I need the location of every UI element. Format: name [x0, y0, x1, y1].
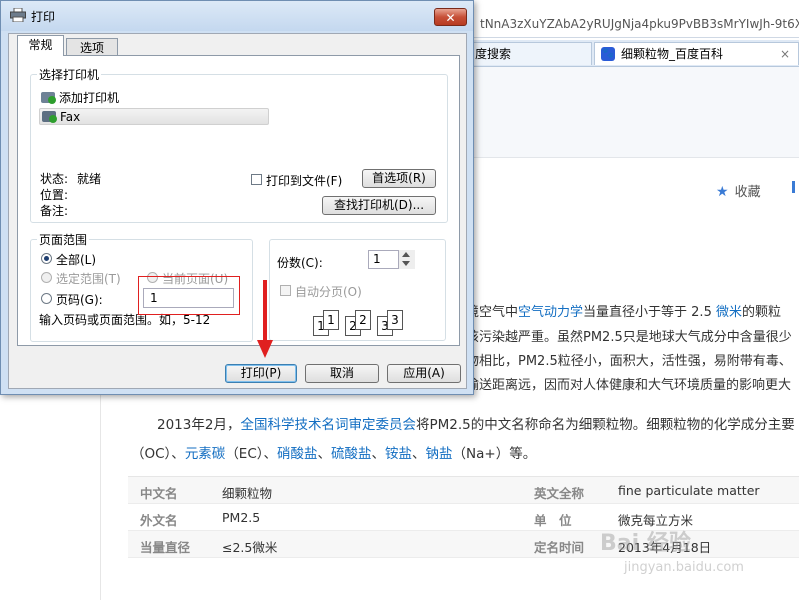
comment-label: 备注:: [40, 204, 69, 218]
group-label: 选择打印机: [37, 66, 102, 83]
link-aerodynamics[interactable]: 空气动力学: [518, 305, 583, 320]
link-sulfate[interactable]: 硫酸盐: [331, 446, 372, 462]
radio-pages-label: 页码(G):: [56, 293, 103, 307]
printer-item-add[interactable]: 添加打印机: [39, 90, 119, 107]
collate-checkbox[interactable]: [280, 285, 291, 296]
print-dialog: 打印 ✕ 常规 选项 选择打印机 添加打印机 Fax 状态: 就绪 位置: 备注…: [0, 0, 474, 395]
find-printer-button[interactable]: 查找打印机(D)...: [322, 196, 436, 215]
radio-all[interactable]: [41, 253, 52, 264]
close-button[interactable]: ✕: [434, 8, 467, 26]
status-label: 状态:: [40, 172, 69, 186]
info-row: 当量直径 ≤2.5微米 定名时间 2013年4月18日: [128, 531, 799, 558]
link-ammonium[interactable]: 铵盐: [385, 446, 412, 462]
link-elemental-carbon[interactable]: 元素碳: [185, 446, 226, 462]
collate-page: 2: [355, 310, 371, 330]
highlight-box: [138, 276, 240, 315]
dialog-title: 打印: [31, 10, 56, 24]
red-arrow-icon: [257, 280, 273, 358]
tab-label: 细颗粒物_百度百科: [621, 47, 724, 61]
browser-tab-strip: 度搜索 🐾 细颗粒物_百度百科 ×: [466, 40, 799, 67]
link-sodium[interactable]: 钠盐: [426, 446, 453, 462]
spin-up-icon[interactable]: [402, 252, 410, 257]
baidu-paw-icon: 🐾: [601, 47, 615, 61]
radio-pages[interactable]: [41, 293, 52, 304]
link-nitrate[interactable]: 硝酸盐: [277, 446, 318, 462]
apply-button[interactable]: 应用(A): [387, 364, 461, 383]
copies-group: 份数(C): 自动分页(O) 1 1 2 2 3 3: [269, 239, 446, 341]
fax-icon: [42, 111, 57, 123]
collect-button[interactable]: ★ 收藏: [716, 181, 761, 200]
copies-spinner[interactable]: [398, 250, 415, 269]
share-icon[interactable]: [792, 181, 795, 193]
link-committee[interactable]: 全国科学技术名词审定委员会: [240, 417, 416, 433]
watermark-url: jingyan.baidu.com: [624, 560, 744, 575]
browser-tab-search[interactable]: 度搜索: [466, 42, 592, 65]
printer-item-fax[interactable]: Fax: [39, 108, 269, 125]
info-row: 中文名 细颗粒物 英文全称 fine particulate matter: [128, 477, 799, 504]
print-to-file-label: 打印到文件(F): [266, 174, 343, 188]
browser-tab-baike[interactable]: 🐾 细颗粒物_百度百科 ×: [594, 42, 799, 65]
collect-label: 收藏: [734, 185, 761, 200]
print-to-file-checkbox[interactable]: [251, 174, 262, 185]
print-button[interactable]: 打印(P): [225, 364, 297, 383]
info-row: 外文名 PM2.5 单 位 微克每立方米: [128, 504, 799, 531]
paragraph-line: 物相比，PM2.5粒径小，面积大，活性强，易附带有毒、: [466, 354, 792, 369]
add-printer-icon: [41, 92, 56, 104]
paragraph-2: 2013年2月，全国科学技术名词审定委员会将PM2.5的中文名称命名为细颗粒物。…: [131, 417, 795, 462]
tab-general[interactable]: 常规: [17, 35, 64, 56]
radio-selection[interactable]: [41, 272, 52, 283]
printer-list[interactable]: 添加打印机 Fax: [39, 87, 429, 167]
location-label: 位置:: [40, 188, 69, 202]
group-label: 页面范围: [37, 231, 90, 248]
radio-all-label: 全部(L): [56, 253, 97, 267]
dialog-titlebar[interactable]: 打印 ✕: [1, 1, 473, 31]
link-micron[interactable]: 微米: [716, 305, 742, 320]
address-bar[interactable]: tNnA3zXuYZAbA2yRUJgNja4pku9PvBB3sMrYIwJh…: [466, 10, 799, 38]
spin-down-icon[interactable]: [402, 261, 410, 266]
close-tab-icon[interactable]: ×: [780, 43, 790, 65]
watermark-logo: Bai 经验: [600, 531, 691, 556]
page-header-area: [466, 67, 799, 158]
select-printer-group: 选择打印机 添加打印机 Fax 状态: 就绪 位置: 备注: 打印到文件(F) …: [30, 66, 448, 223]
tab-label: 度搜索: [475, 47, 512, 61]
status-value: 就绪: [77, 172, 102, 186]
collate-page: 1: [323, 310, 339, 330]
paragraph-line: 输送距离远，因而对人体健康和大气环境质量的影响更大: [466, 378, 792, 393]
preferences-button[interactable]: 首选项(R): [362, 169, 436, 188]
paragraph-line: 境空气中空气动力学当量直径小于等于 2.5 微米的颗粒: [466, 305, 782, 320]
star-icon: ★: [716, 184, 729, 200]
collate-page: 3: [387, 310, 403, 330]
radio-selection-label: 选定范围(T): [56, 272, 121, 286]
paragraph-line: 该污染越严重。虽然PM2.5只是地球大气成分中含量很少: [466, 330, 792, 345]
collate-label: 自动分页(O): [295, 285, 362, 299]
copies-label: 份数(C):: [277, 256, 323, 270]
basic-info-table: 中文名 细颗粒物 英文全称 fine particulate matter 外文…: [128, 476, 799, 558]
cancel-button[interactable]: 取消: [305, 364, 379, 383]
printer-icon: [10, 8, 26, 22]
